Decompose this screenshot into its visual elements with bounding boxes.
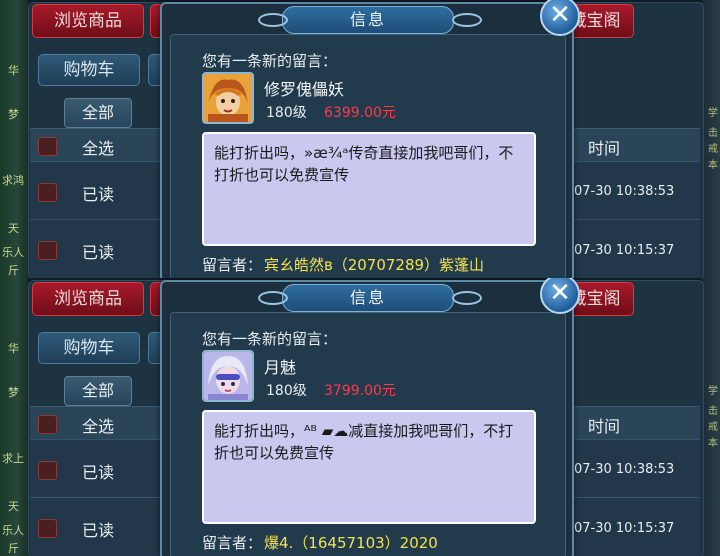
select-all-checkbox[interactable]	[38, 415, 57, 434]
side-text: 戒	[708, 144, 718, 155]
side-text: 天	[8, 500, 19, 513]
left-game-strip: 华 梦 求上 天 乐人 斤	[0, 278, 28, 556]
message-dialog: 信息 ✕ 您有一条新的留言： 月魅 180级 3799.00元 能打折出吗，ᴬᴮ…	[160, 278, 580, 556]
side-text: 斤	[8, 542, 19, 555]
side-text: 本	[708, 438, 718, 449]
row-checkbox[interactable]	[38, 461, 57, 480]
select-all-checkbox[interactable]	[38, 137, 57, 156]
row-checkbox[interactable]	[38, 183, 57, 202]
dialog-title-bar: 信息	[282, 284, 454, 312]
seller-price: 3799.00元	[324, 383, 396, 399]
side-text: 求鸿	[2, 174, 24, 187]
dialog-title: 信息	[349, 10, 386, 29]
sender-label: 留言者：	[202, 256, 263, 274]
read-status: 已读	[82, 521, 115, 540]
browse-goods-button[interactable]: 浏览商品	[32, 282, 144, 316]
shopping-cart-button[interactable]: 购物车	[38, 54, 140, 86]
dialog-title: 信息	[349, 288, 386, 307]
tab-all[interactable]: 全部	[64, 98, 132, 128]
demon-portrait-icon	[202, 72, 254, 124]
ornament-icon	[258, 291, 288, 305]
side-text: 学	[708, 386, 718, 397]
side-text: 乐人	[2, 524, 24, 537]
shopping-cart-button[interactable]: 购物车	[38, 332, 140, 364]
read-status: 已读	[82, 463, 115, 482]
row-time: 07-30 10:15:37	[574, 243, 675, 258]
seller-level: 180级	[266, 105, 307, 121]
screenshot-panel-2: 华 梦 求上 天 乐人 斤 学 击 戒 本 浏览商品 藏宝阁 购物车 全部 全选…	[0, 278, 720, 556]
sender-value[interactable]: 宾ㄠ皓然ʙ（20707289）紫蓬山	[264, 254, 484, 275]
row-time: 07-30 10:38:53	[574, 462, 675, 477]
browse-goods-button[interactable]: 浏览商品	[32, 4, 144, 38]
message-box: 能打折出吗，»æ¾ᵃ传奇直接加我吧哥们，不打折也可以免费宣传	[202, 132, 536, 246]
side-text: 天	[8, 222, 19, 235]
tab-all[interactable]: 全部	[64, 376, 132, 406]
side-text: 求上	[2, 452, 24, 465]
screenshot-panel-1: 华 梦 求鸿 天 乐人 斤 学 击 戒 本 浏览商品 藏宝阁 购物车 全部 全选…	[0, 0, 720, 278]
message-text: 能打折出吗，ᴬᴮ ▰☁减直接加我吧哥们，不打折也可以免费宣传	[214, 422, 514, 462]
time-header: 时间	[588, 139, 621, 158]
side-text: 击	[708, 406, 718, 417]
row-time: 07-30 10:15:37	[574, 521, 675, 536]
side-text: 华	[8, 64, 19, 77]
side-text: 梦	[8, 108, 19, 121]
side-text: 击	[708, 128, 718, 139]
sender-label: 留言者：	[202, 534, 263, 552]
ornament-icon	[452, 13, 482, 27]
row-checkbox[interactable]	[38, 519, 57, 538]
side-text: 梦	[8, 386, 19, 399]
left-game-strip: 华 梦 求鸿 天 乐人 斤	[0, 0, 28, 278]
read-status: 已读	[82, 243, 115, 262]
row-time: 07-30 10:38:53	[574, 184, 675, 199]
side-text: 学	[708, 108, 718, 119]
message-box: 能打折出吗，ᴬᴮ ▰☁减直接加我吧哥们，不打折也可以免费宣传	[202, 410, 536, 524]
right-game-strip: 学 击 戒 本	[702, 0, 720, 278]
row-checkbox[interactable]	[38, 241, 57, 260]
fairy-portrait-icon	[202, 350, 254, 402]
ornament-icon	[258, 13, 288, 27]
seller-price: 6399.00元	[324, 105, 396, 121]
side-text: 戒	[708, 422, 718, 433]
dialog-title-bar: 信息	[282, 6, 454, 34]
seller-level: 180级	[266, 383, 307, 399]
new-message-heading: 您有一条新的留言：	[202, 52, 338, 70]
message-text: 能打折出吗，»æ¾ᵃ传奇直接加我吧哥们，不打折也可以免费宣传	[214, 144, 514, 184]
select-all-label: 全选	[82, 139, 115, 158]
read-status: 已读	[82, 185, 115, 204]
time-header: 时间	[588, 417, 621, 436]
select-all-label: 全选	[82, 417, 115, 436]
seller-name: 月魅	[264, 358, 297, 377]
seller-name: 修罗傀儡妖	[264, 80, 345, 99]
sender-value[interactable]: 爆4.（16457103）2020	[264, 532, 438, 553]
side-text: 斤	[8, 264, 19, 277]
ornament-icon	[452, 291, 482, 305]
right-game-strip: 学 击 戒 本	[702, 278, 720, 556]
side-text: 乐人	[2, 246, 24, 259]
side-text: 华	[8, 342, 19, 355]
message-dialog: 信息 ✕ 您有一条新的留言： 修罗傀儡妖 180级 6399.00元 能打折出吗…	[160, 0, 580, 278]
side-text: 本	[708, 160, 718, 171]
new-message-heading: 您有一条新的留言：	[202, 330, 338, 348]
